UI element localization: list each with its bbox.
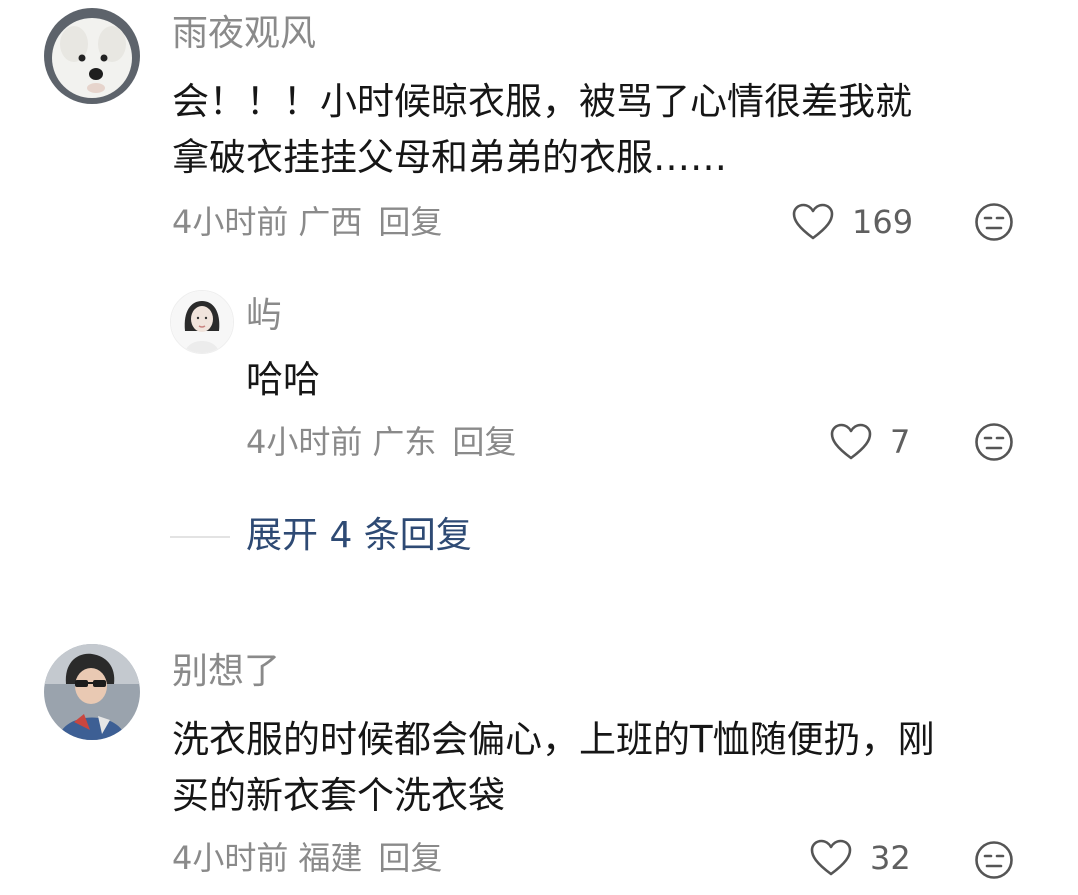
neutral-face-icon	[975, 423, 1013, 461]
reply-button[interactable]: 回复	[378, 203, 442, 241]
like-button[interactable]: 169	[792, 200, 913, 244]
comment-meta: 4小时前 福建 回复	[172, 838, 452, 878]
avatar[interactable]	[44, 8, 140, 104]
comment-meta: 4小时前 广西 回复	[172, 202, 452, 242]
location: 广西	[298, 203, 363, 241]
comment-text: 会！！！小时候晾衣服，被骂了心情很差我就 拿破衣挂挂父母和弟弟的衣服……	[172, 80, 912, 179]
reaction-button[interactable]	[974, 840, 1014, 880]
avatar[interactable]	[170, 290, 234, 354]
username[interactable]: 屿	[246, 294, 282, 338]
comment-text: 洗衣服的时候都会偏心，上班的T恤随便扔，刚 买的新衣套个洗衣袋	[172, 718, 935, 817]
like-count: 32	[870, 839, 911, 877]
neutral-face-icon	[975, 203, 1013, 241]
heart-outline-icon	[830, 423, 872, 460]
like-button[interactable]: 7	[830, 420, 910, 464]
timestamp: 4小时前	[246, 423, 363, 461]
avatar[interactable]	[44, 644, 140, 740]
reply-comment: 屿 哈哈 4小时前 广东 回复 7	[0, 280, 1078, 480]
woman-portrait-avatar-icon	[171, 291, 233, 353]
reaction-button[interactable]	[974, 422, 1014, 462]
reaction-button[interactable]	[974, 202, 1014, 242]
heart-outline-icon	[792, 203, 834, 240]
username[interactable]: 雨夜观风	[172, 12, 316, 56]
white-dog-avatar-icon	[44, 8, 140, 104]
comment-text: 哈哈	[246, 358, 320, 401]
timestamp: 4小时前	[172, 839, 289, 877]
comment-meta: 4小时前 广东 回复	[246, 422, 526, 462]
timestamp: 4小时前	[172, 203, 289, 241]
like-count: 7	[890, 423, 911, 461]
like-count: 169	[852, 203, 914, 241]
username[interactable]: 别想了	[172, 650, 280, 694]
comment-1: 雨夜观风 会！！！小时候晾衣服，被骂了心情很差我就 拿破衣挂挂父母和弟弟的衣服……	[0, 0, 1078, 260]
expand-divider	[170, 536, 230, 538]
comment-3: 别想了 洗衣服的时候都会偏心，上班的T恤随便扔，刚 买的新衣套个洗衣袋 4小时前…	[0, 640, 1078, 895]
man-sunglasses-avatar-icon	[44, 644, 140, 740]
like-button[interactable]: 32	[810, 836, 911, 880]
reply-button[interactable]: 回复	[378, 839, 442, 877]
expand-replies-button[interactable]: 展开 4 条回复	[246, 514, 472, 558]
location: 广东	[372, 423, 437, 461]
location: 福建	[298, 839, 363, 877]
reply-button[interactable]: 回复	[452, 423, 516, 461]
neutral-face-icon	[975, 841, 1013, 879]
heart-outline-icon	[810, 839, 852, 876]
